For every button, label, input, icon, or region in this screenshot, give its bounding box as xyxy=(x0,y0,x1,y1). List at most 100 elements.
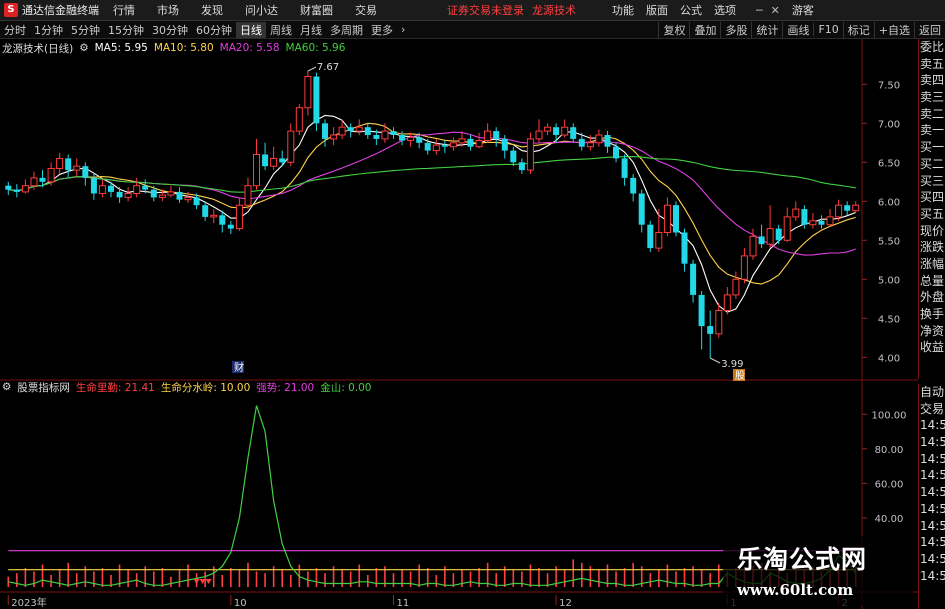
candle xyxy=(133,177,141,198)
f10-button[interactable]: F10 xyxy=(813,23,842,36)
period-tab-tick[interactable]: 分时 xyxy=(0,22,30,38)
period-tab-1m[interactable]: 1分钟 xyxy=(30,22,67,38)
candle xyxy=(844,201,851,216)
indicator-legend: ⚙ 股票指标网 生命里勤: 21.41 生命分水岭: 10.00 强势: 21.… xyxy=(2,380,378,394)
candle xyxy=(852,201,860,213)
menu-formula[interactable]: 公式 xyxy=(680,2,702,18)
mark-button[interactable]: 标记 xyxy=(842,21,874,38)
candle xyxy=(287,123,295,167)
quote-panel: 委比 卖五 卖四 卖三 卖二 卖一 买一 买二 买三 买四 买五 现价 涨跌 涨… xyxy=(918,39,945,379)
period-tab-weekly[interactable]: 周线 xyxy=(266,22,296,38)
menu-market[interactable]: 行情 xyxy=(113,2,135,18)
tick-header: 自动 xyxy=(920,385,945,399)
date-tick-label: 12 xyxy=(559,598,572,609)
candle xyxy=(21,179,29,194)
price-tick-label: 7.50 xyxy=(878,80,900,91)
menu-layout[interactable]: 版面 xyxy=(646,2,668,18)
candle-body xyxy=(210,214,218,218)
candle-body xyxy=(407,136,415,141)
candle-body xyxy=(5,185,12,190)
period-tab-daily[interactable]: 日线 xyxy=(236,21,266,38)
indicator-tick-label: 100.00 xyxy=(872,410,907,421)
share-badge[interactable]: 股 xyxy=(735,370,745,382)
menu-options[interactable]: 选项 xyxy=(714,2,736,18)
add-watchlist-button[interactable]: +自选 xyxy=(873,21,914,38)
menu-discover[interactable]: 发现 xyxy=(201,2,223,18)
stock-title: 龙源技术(日线) xyxy=(2,42,74,55)
candle-body xyxy=(202,205,209,217)
tick-time: 14:5 xyxy=(920,468,945,483)
menu-function[interactable]: 功能 xyxy=(612,2,634,18)
candle-body xyxy=(262,154,269,167)
candle-body xyxy=(416,137,423,143)
candle-body xyxy=(715,310,723,335)
candle-body xyxy=(381,130,389,140)
indicator-tick-label: 80.00 xyxy=(875,445,904,456)
candle-body xyxy=(47,168,55,183)
stats-button[interactable]: 统计 xyxy=(751,21,782,38)
toolbar-right: 复权 叠加 多股 统计 画线 F10 标记 +自选 返回 xyxy=(658,21,945,38)
candle-body xyxy=(578,138,585,147)
low-price-label: 3.99 xyxy=(721,359,743,370)
menu-ask[interactable]: 问小达 xyxy=(245,2,278,18)
ma10-line xyxy=(8,122,856,285)
period-tab-60m[interactable]: 60分钟 xyxy=(192,22,236,38)
candle-body xyxy=(108,185,114,192)
candle-body xyxy=(150,189,157,198)
adjust-button[interactable]: 复权 xyxy=(658,21,689,38)
candle-body xyxy=(809,220,817,226)
candle xyxy=(364,123,371,139)
title-bar: S 通达信金融终端 行情 市场 发现 问小达 财富圈 交易 证券交易未登录 龙源… xyxy=(0,0,945,21)
candle-body xyxy=(826,216,834,226)
user-label[interactable]: 游客 xyxy=(792,2,814,18)
date-tick-label: 11 xyxy=(396,598,409,609)
close-icon[interactable]: ✕ xyxy=(771,4,780,17)
candle-body xyxy=(184,196,192,201)
period-tab-more[interactable]: 更多 xyxy=(367,22,397,38)
period-tab-30m[interactable]: 30分钟 xyxy=(148,22,192,38)
menu-trade[interactable]: 交易 xyxy=(355,2,377,18)
back-button[interactable]: 返回 xyxy=(914,21,945,38)
ma5-line xyxy=(8,114,856,313)
candle xyxy=(792,201,800,221)
candle xyxy=(638,189,645,233)
multi-stock-button[interactable]: 多股 xyxy=(720,21,751,38)
quote-label: 卖一 xyxy=(920,123,945,138)
menu-markets[interactable]: 市场 xyxy=(157,2,179,18)
candle xyxy=(56,152,64,174)
overlay-button[interactable]: 叠加 xyxy=(689,21,720,38)
candle-body xyxy=(295,107,303,132)
trade-login-notice[interactable]: 证券交易未登录 xyxy=(447,2,524,18)
candle xyxy=(82,162,89,186)
candle xyxy=(510,146,517,167)
candle-body xyxy=(13,189,20,192)
high-price-label: 7.67 xyxy=(317,62,339,73)
candle-body xyxy=(758,236,765,245)
fin-badge[interactable]: 财 xyxy=(234,361,244,374)
candle xyxy=(561,119,569,138)
gear-icon[interactable]: ⚙ xyxy=(2,381,11,393)
lifeline-label: 生命里勤: 21.41 xyxy=(75,381,155,394)
price-tick-label: 6.00 xyxy=(878,197,900,208)
app-title: 通达信金融终端 xyxy=(22,4,99,17)
gear-icon[interactable]: ⚙ xyxy=(79,42,88,54)
period-tab-5m[interactable]: 5分钟 xyxy=(67,22,104,38)
period-tab-monthly[interactable]: 月线 xyxy=(296,22,326,38)
period-tab-multi[interactable]: 多周期 xyxy=(326,22,367,38)
period-tab-15m[interactable]: 15分钟 xyxy=(104,22,148,38)
kline-chart[interactable]: 7.50 7.00 6.50 6.00 5.50 5.00 4.50 4.00 100.00 80… xyxy=(0,39,918,609)
watermark-title: 乐淘公式网 xyxy=(737,545,868,574)
candle-body xyxy=(604,135,611,147)
tick-time: 14:5 xyxy=(920,451,945,466)
watermark-overlay: 乐淘公式网 www.60lt.com xyxy=(723,536,913,606)
chevron-right-icon[interactable]: › xyxy=(397,23,409,36)
candle-body xyxy=(630,177,637,194)
candle-body xyxy=(116,191,123,198)
minimize-icon[interactable]: ─ xyxy=(756,4,763,17)
quote-label: 收益 xyxy=(920,340,945,355)
menu-wealth[interactable]: 财富圈 xyxy=(300,2,333,18)
candle-body xyxy=(432,144,440,152)
candle-body xyxy=(235,204,243,230)
draw-button[interactable]: 画线 xyxy=(782,21,813,38)
candle-body xyxy=(304,76,312,109)
